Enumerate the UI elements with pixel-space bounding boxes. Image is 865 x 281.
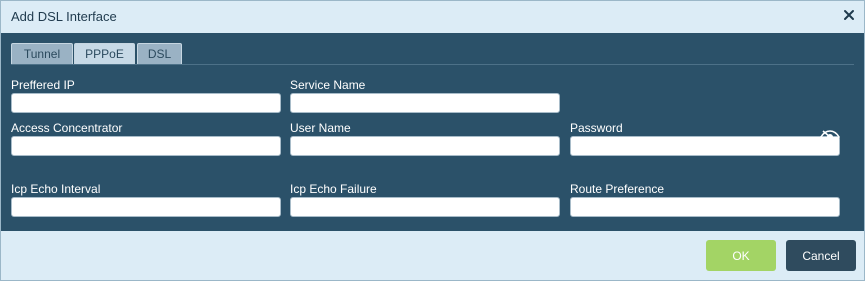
tab-divider — [11, 64, 854, 65]
lcp-echo-interval-label: Icp Echo Interval — [11, 182, 101, 196]
password-label: Password — [570, 121, 623, 135]
access-concentrator-input[interactable] — [11, 136, 281, 156]
add-dsl-interface-dialog: Add DSL Interface Tunnel PPPoE DSL Preff… — [0, 0, 865, 281]
preferred-ip-label: Preffered IP — [11, 78, 75, 92]
dialog-title: Add DSL Interface — [11, 9, 117, 24]
user-name-label: User Name — [290, 121, 351, 135]
service-name-label: Service Name — [290, 78, 366, 92]
user-name-input[interactable] — [290, 136, 560, 156]
password-input[interactable] — [570, 136, 840, 156]
route-preference-label: Route Preference — [570, 182, 665, 196]
lcp-echo-failure-label: Icp Echo Failure — [290, 182, 377, 196]
close-icon[interactable] — [842, 8, 856, 22]
service-name-input[interactable] — [290, 93, 560, 113]
cancel-button[interactable]: Cancel — [786, 240, 856, 271]
ok-button[interactable]: OK — [706, 240, 776, 271]
form-panel: Tunnel PPPoE DSL Preffered IP Service Na… — [1, 33, 864, 231]
dialog-titlebar: Add DSL Interface — [1, 1, 864, 33]
access-concentrator-label: Access Concentrator — [11, 121, 123, 135]
tab-dsl[interactable]: DSL — [137, 43, 182, 64]
tab-pppoe[interactable]: PPPoE — [74, 43, 135, 64]
lcp-echo-failure-input[interactable] — [290, 197, 560, 217]
lcp-echo-interval-input[interactable] — [11, 197, 281, 217]
eye-icon[interactable] — [820, 129, 840, 145]
dialog-footer: OK Cancel — [1, 231, 864, 280]
tab-tunnel[interactable]: Tunnel — [11, 43, 73, 64]
preferred-ip-input[interactable] — [11, 93, 281, 113]
route-preference-input[interactable] — [570, 197, 840, 217]
